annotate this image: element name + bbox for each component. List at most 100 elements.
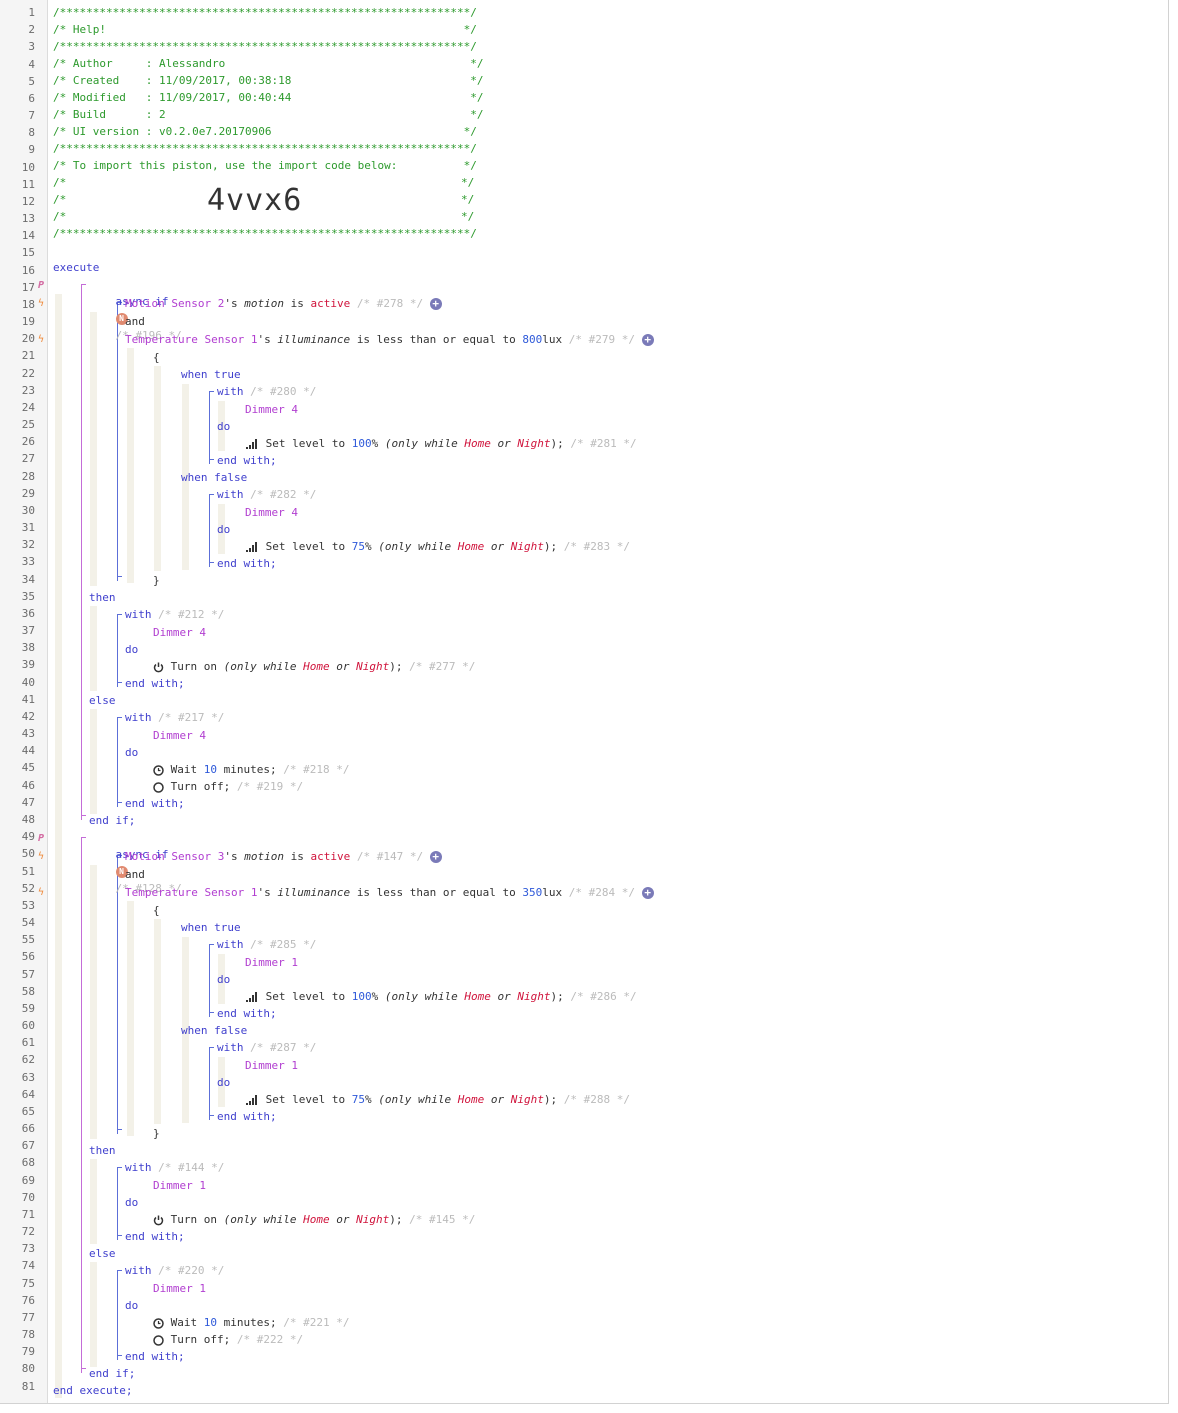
condition-line[interactable]: Temperature Sensor 1's illuminance is le… xyxy=(125,884,654,901)
then-keyword: then xyxy=(89,591,116,604)
when-false-keyword: when false xyxy=(181,471,248,484)
condition-line[interactable]: Motion Sensor 3's motion is active /* #1… xyxy=(125,848,442,865)
line-number: 75 xyxy=(21,1276,35,1290)
plus-icon[interactable]: + xyxy=(429,851,442,863)
with-line[interactable]: with /* #144 */ xyxy=(125,1159,224,1176)
statement-id: /* #220 */ xyxy=(158,1264,225,1277)
if-bracket xyxy=(81,815,86,816)
line-number: 54 xyxy=(21,916,35,929)
attribute-name: motion xyxy=(244,297,284,310)
number-value: 100 xyxy=(351,437,372,450)
line-number: 80 xyxy=(21,1362,35,1376)
set-level-line[interactable]: Set level to 100% (only while Home or Ni… xyxy=(245,435,637,452)
plus-icon[interactable]: + xyxy=(641,887,654,899)
else-bracket xyxy=(117,802,122,803)
with-line[interactable]: with /* #282 */ xyxy=(217,486,316,503)
condition-line[interactable]: Motion Sensor 2's motion is active /* #2… xyxy=(125,295,442,312)
if-bracket xyxy=(81,837,86,838)
line-number: 31 xyxy=(21,521,35,535)
device-name: Dimmer 4 xyxy=(153,729,206,742)
line-number: 78 xyxy=(21,1328,35,1342)
line-number: 36 xyxy=(21,606,35,620)
number-value: 10 xyxy=(203,1316,217,1329)
line-number: 81 xyxy=(21,1379,35,1393)
else-keyword: else xyxy=(89,694,116,707)
plus-icon[interactable]: + xyxy=(641,334,654,346)
line-number: 67 xyxy=(21,1139,35,1153)
open-brace: { xyxy=(153,351,160,364)
with-line[interactable]: with /* #280 */ xyxy=(217,383,316,400)
line-number: 53 xyxy=(21,898,35,912)
line-number: 43 xyxy=(21,727,35,741)
header-import-note: /* To import this piston, use the import… xyxy=(53,159,477,172)
line-number: 12 xyxy=(21,194,35,208)
turn-on-line[interactable]: Turn on (only while Home or Night); /* #… xyxy=(153,658,475,675)
import-code[interactable]: 4vvx6 xyxy=(207,181,302,221)
line-number: 55 xyxy=(21,933,35,947)
header-border: /***************************************… xyxy=(53,227,477,240)
line-number: 63 xyxy=(21,1070,35,1084)
statement-id: /* #147 */ xyxy=(356,850,424,863)
line-number: 44 xyxy=(21,744,35,758)
statement-id: /* #283 */ xyxy=(563,540,630,553)
if-bracket xyxy=(81,284,86,285)
then-keyword: then xyxy=(89,1144,116,1157)
signal-bars-icon xyxy=(246,439,257,449)
line-number: 13 xyxy=(21,212,35,226)
statement-id: /* #145 */ xyxy=(409,1213,476,1226)
with-line[interactable]: with /* #220 */ xyxy=(125,1262,224,1279)
turn-off-line[interactable]: Turn off; /* #219 */ xyxy=(153,778,303,795)
with-bracket xyxy=(209,944,214,945)
device-name: Dimmer 4 xyxy=(245,403,298,416)
header-ui-version: /* UI version : v0.2.0e7.20170906 */ xyxy=(53,125,477,138)
line-number: 59 xyxy=(21,1001,35,1015)
plus-icon[interactable]: + xyxy=(429,298,442,310)
header-blank-close: */ xyxy=(461,176,475,189)
signal-bars-icon xyxy=(246,992,257,1002)
with-line[interactable]: with /* #287 */ xyxy=(217,1039,316,1056)
statement-id: /* #218 */ xyxy=(283,763,350,776)
line-number: 40 xyxy=(21,675,35,689)
statement-id: /* #282 */ xyxy=(250,488,317,501)
else-guide xyxy=(90,709,97,814)
number-value: 800 xyxy=(522,333,543,346)
then-bracket xyxy=(117,1167,122,1168)
line-number: 66 xyxy=(21,1122,35,1136)
line-number: 4 xyxy=(28,57,35,71)
line-number: 29 xyxy=(21,486,35,500)
end-with-keyword: end with; xyxy=(217,557,277,570)
line-number: 38 xyxy=(21,641,35,655)
device-name: Dimmer 4 xyxy=(245,506,298,519)
statement-id: /* #222 */ xyxy=(236,1333,304,1346)
with-bracket xyxy=(209,391,214,392)
line-number: 61 xyxy=(21,1036,35,1050)
number-value: 100 xyxy=(351,990,372,1003)
async-if-line[interactable]: async if N /* #196 */ xyxy=(89,276,182,342)
set-level-line[interactable]: Set level to 100% (only while Home or Ni… xyxy=(245,988,637,1005)
line-number: 14 xyxy=(21,229,35,243)
else-keyword: else xyxy=(89,1247,116,1260)
turn-off-line[interactable]: Turn off; /* #222 */ xyxy=(153,1331,303,1348)
block-guide xyxy=(127,348,134,583)
line-number: 71 xyxy=(21,1207,35,1221)
set-level-line[interactable]: Set level to 75% (only while Home or Nig… xyxy=(245,538,630,555)
line-number: 69 xyxy=(21,1173,35,1187)
set-level-line[interactable]: Set level to 75% (only while Home or Nig… xyxy=(245,1091,630,1108)
with-line[interactable]: with /* #212 */ xyxy=(125,606,224,623)
then-bracket-line xyxy=(117,1167,118,1240)
statement-id: /* #212 */ xyxy=(158,608,225,621)
else-bracket xyxy=(117,1270,122,1271)
turn-on-line[interactable]: Turn on (only while Home or Night); /* #… xyxy=(153,1211,475,1228)
async-if-line[interactable]: async if N /* #128 */ xyxy=(89,829,182,895)
device-name: Motion Sensor 2 xyxy=(125,297,225,310)
condition-line[interactable]: Temperature Sensor 1's illuminance is le… xyxy=(125,331,654,348)
with-line[interactable]: with /* #217 */ xyxy=(125,709,224,726)
wait-line[interactable]: Wait 10 minutes; /* #218 */ xyxy=(153,761,349,778)
line-number: 8 xyxy=(28,126,35,140)
wait-line[interactable]: Wait 10 minutes; /* #221 */ xyxy=(153,1314,349,1331)
header-help: /* Help! */ xyxy=(53,23,477,36)
header-created: /* Created : 11/09/2017, 00:38:18 */ xyxy=(53,74,484,87)
line-number: 76 xyxy=(21,1293,35,1307)
with-line[interactable]: with /* #285 */ xyxy=(217,936,316,953)
line-number: 24 xyxy=(21,400,35,414)
